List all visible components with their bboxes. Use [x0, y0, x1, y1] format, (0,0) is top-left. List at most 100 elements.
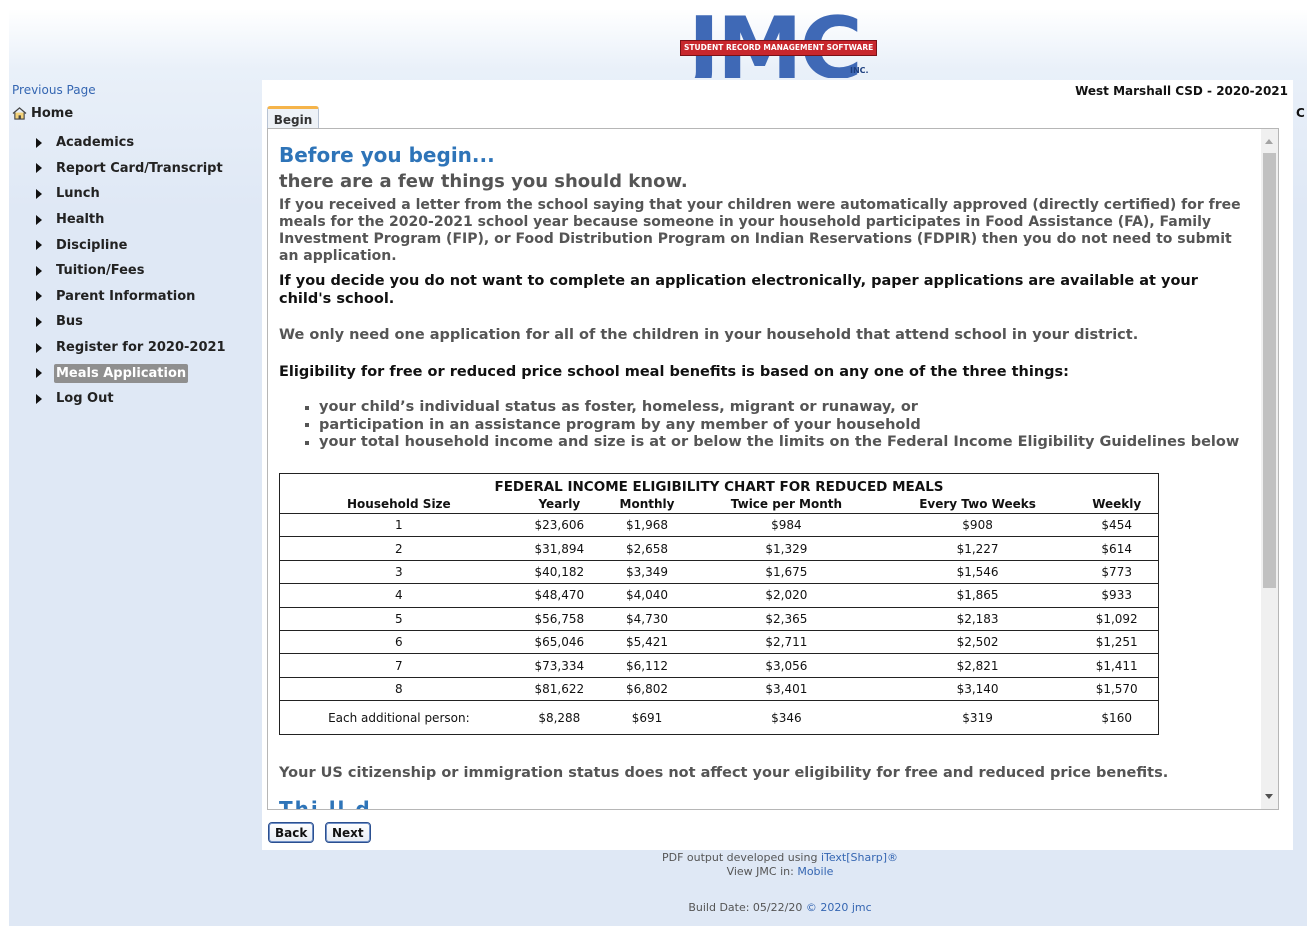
table-cell: Each additional person:: [279, 700, 518, 735]
table-row: 7 $73,334 $6,112 $3,056 $2,821 $1,411: [279, 653, 1159, 678]
footer-view-mode: View JMC in: Mobile: [520, 865, 1040, 878]
table-cell: $2,020: [693, 583, 880, 608]
table-cell: $1,329: [693, 536, 880, 561]
expand-arrow-icon: [36, 240, 42, 251]
table-cell: $6,802: [600, 676, 694, 701]
sidebar-item-report-card[interactable]: Report Card/Transcript: [36, 156, 228, 182]
table-cell: $5,421: [600, 629, 694, 654]
main-panel: West Marshall CSD - 2020-2021 Begin Befo…: [262, 80, 1293, 850]
footer-text: View JMC in:: [726, 865, 798, 878]
previous-page-link[interactable]: Previous Page: [12, 83, 96, 97]
table-cell: $3,401: [693, 676, 880, 701]
sidebar-item-log-out[interactable]: Log Out: [36, 386, 228, 412]
table-cell: $4,730: [600, 606, 694, 631]
table-cell: $2,658: [600, 536, 694, 561]
table-cell: $65,046: [517, 629, 601, 654]
income-eligibility-table: FEDERAL INCOME ELIGIBILITY CHART FOR RED…: [279, 473, 1159, 736]
home-label: Home: [31, 106, 74, 121]
paper-application-text: If you decide you do not want to complet…: [279, 273, 1198, 307]
table-cell: $3,349: [600, 559, 694, 584]
table-cell: $31,894: [517, 536, 601, 561]
expand-arrow-icon: [36, 368, 42, 379]
table-cell: 6: [279, 629, 518, 654]
sidebar-item-meals-application[interactable]: Meals Application: [36, 360, 228, 386]
table-cell: $773: [1075, 559, 1159, 584]
table-header-row: Household Size Yearly Monthly Twice per …: [280, 495, 1159, 514]
footer-build-date: Build Date: 05/22/20 © 2020 jmc: [520, 901, 1040, 914]
table-row: 1 $23,606 $1,968 $984 $908 $454: [279, 512, 1159, 537]
table-cell: 8: [279, 676, 518, 701]
sidebar-item-bus[interactable]: Bus: [36, 309, 228, 335]
table-cell: $3,140: [879, 676, 1076, 701]
bullet-icon: [305, 405, 309, 410]
scrollbar-thumb[interactable]: [1263, 153, 1276, 588]
table-body: 1 $23,606 $1,968 $984 $908 $454 2 $31,894 $2,658…: [279, 512, 1159, 735]
copyright-link[interactable]: © 2020 jmc: [806, 901, 872, 914]
table-cell: 2: [279, 536, 518, 561]
content-scroll-area[interactable]: Before you begin... there are a few thin…: [267, 128, 1279, 810]
column-header: Weekly: [1092, 497, 1142, 511]
table-cell: $23,606: [517, 512, 601, 537]
footer-pdf-credit: PDF output developed using iText[Sharp]®: [520, 851, 1040, 864]
expand-arrow-icon: [36, 214, 42, 225]
sidebar-item-label: Lunch: [56, 186, 100, 202]
bullet-icon: [305, 440, 309, 445]
citizenship-note: Your US citizenship or immigration statu…: [279, 765, 1169, 781]
sidebar-item-label: Meals Application: [54, 363, 189, 383]
jmc-logo: JMC STUDENT RECORD MANAGEMENT SOFTWARE I…: [680, 6, 878, 80]
table-cell: $319: [879, 700, 1076, 735]
sidebar-item-register[interactable]: Register for 2020-2021: [36, 335, 228, 361]
table-cell: 4: [279, 583, 518, 608]
sidebar-item-health[interactable]: Health: [36, 207, 228, 233]
table-cell: $1,968: [600, 512, 694, 537]
sidebar-item-label: Bus: [56, 314, 83, 330]
list-item-text: participation in an assistance program b…: [319, 416, 921, 433]
list-item-text: your total household income and size is …: [319, 434, 1240, 450]
table-cell: $2,365: [693, 606, 880, 631]
eligibility-list: your child’s individual status as foster…: [305, 399, 1239, 452]
table-cell: $1,546: [879, 559, 1076, 584]
table-cell: $1,570: [1075, 676, 1159, 701]
table-cell: 3: [279, 559, 518, 584]
scroll-up-arrow-icon[interactable]: [1265, 139, 1273, 144]
sidebar-item-discipline[interactable]: Discipline: [36, 232, 228, 258]
scroll-down-arrow-icon[interactable]: [1265, 794, 1273, 799]
table-cell: $2,502: [879, 629, 1076, 654]
next-button[interactable]: Next: [325, 822, 371, 843]
partially-visible-heading: Thi ll d: [279, 797, 372, 810]
table-cell: $1,251: [1075, 629, 1159, 654]
sidebar-item-label: Tuition/Fees: [56, 263, 145, 279]
table-row: Each additional person: $8,288 $691 $346 $31…: [279, 700, 1159, 735]
footer-text: Build Date: 05/22/20: [688, 901, 806, 914]
table-cell: $81,622: [517, 676, 601, 701]
sidebar-item-academics[interactable]: Academics: [36, 130, 228, 156]
back-button[interactable]: Back: [268, 822, 315, 843]
sidebar-item-tuition-fees[interactable]: Tuition/Fees: [36, 258, 228, 284]
vertical-scrollbar[interactable]: [1261, 129, 1278, 809]
home-link[interactable]: Home: [12, 106, 73, 121]
sidebar-item-lunch[interactable]: Lunch: [36, 181, 228, 207]
table-cell: $933: [1075, 583, 1159, 608]
logo-banner: STUDENT RECORD MANAGEMENT SOFTWARE: [680, 40, 878, 56]
table-cell: $4,040: [600, 583, 694, 608]
expand-arrow-icon: [36, 316, 42, 327]
table-cell: $1,092: [1075, 606, 1159, 631]
expand-arrow-icon: [36, 291, 42, 302]
column-header: Twice per Month: [730, 497, 843, 511]
table-cell: $984: [693, 512, 880, 537]
list-item: participation in an assistance program b…: [305, 417, 1239, 435]
column-header: Every Two Weeks: [919, 497, 1036, 511]
table-cell: $40,182: [517, 559, 601, 584]
itextsharp-link[interactable]: iText[Sharp]®: [821, 851, 898, 864]
table-cell: $56,758: [517, 606, 601, 631]
column-header: Yearly: [538, 497, 581, 511]
mobile-link[interactable]: Mobile: [797, 865, 833, 878]
expand-arrow-icon: [36, 188, 42, 199]
expand-arrow-icon: [36, 137, 42, 148]
sidebar-nav: Academics Report Card/Transcript Lunch H…: [36, 130, 228, 412]
sidebar-item-label: Parent Information: [56, 288, 196, 304]
sidebar-item-parent-information[interactable]: Parent Information: [36, 284, 228, 310]
table-cell: $6,112: [600, 653, 694, 678]
table-cell: $2,821: [879, 653, 1076, 678]
sidebar-item-label: Register for 2020-2021: [56, 340, 226, 356]
